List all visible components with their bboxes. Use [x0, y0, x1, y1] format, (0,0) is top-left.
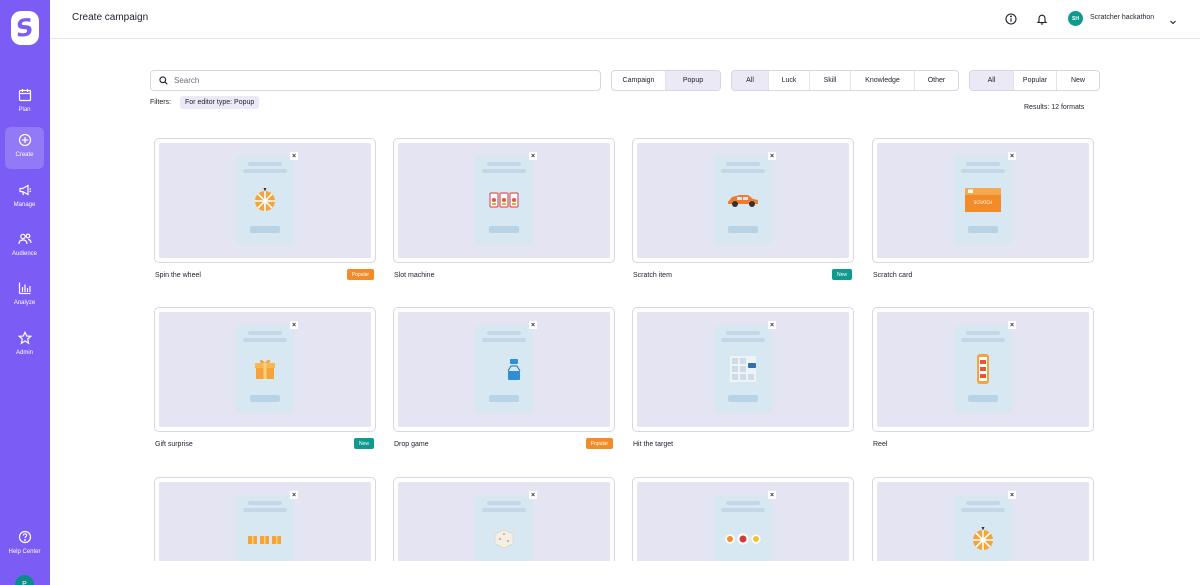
scratch-card-icon: SCRATCH: [954, 184, 1012, 216]
format-card[interactable]: × Drop game Popular: [393, 307, 615, 449]
wheel-icon: [236, 184, 294, 216]
popular-badge: Popular: [585, 438, 613, 449]
format-name: Drop game: [394, 441, 429, 448]
format-card[interactable]: SCRATCH × Scratch card: [872, 138, 1094, 279]
fruits-icon: [714, 523, 772, 555]
drop-basket-icon: [475, 353, 533, 385]
format-thumbnail[interactable]: ×: [393, 138, 615, 263]
close-icon: ×: [768, 152, 776, 160]
format-thumbnail[interactable]: ×: [154, 477, 376, 561]
car-icon: [714, 184, 772, 216]
close-icon: ×: [529, 491, 537, 499]
format-thumbnail[interactable]: ×: [393, 477, 615, 561]
svg-text:SCRATCH: SCRATCH: [974, 200, 992, 205]
popular-badge: Popular: [346, 269, 374, 280]
format-name: Scratch card: [873, 272, 913, 279]
format-name: Hit the target: [633, 441, 674, 448]
reel-icon: [954, 353, 1012, 385]
format-card[interactable]: × Spin the wheel Popular: [154, 138, 376, 280]
close-icon: ×: [290, 152, 298, 160]
close-icon: ×: [1008, 321, 1016, 329]
new-badge: New: [831, 269, 852, 280]
gifts-icon: [236, 523, 294, 555]
format-name: Gift surprise: [155, 441, 193, 448]
dice-icon: [475, 523, 533, 555]
format-thumbnail[interactable]: ×: [632, 138, 854, 263]
format-thumbnail[interactable]: ×: [872, 307, 1094, 432]
format-card[interactable]: × Scratch item New: [632, 138, 854, 280]
close-icon: ×: [1008, 152, 1016, 160]
account-avatar[interactable]: P: [15, 575, 34, 585]
format-card[interactable]: ×: [154, 477, 376, 561]
close-icon: ×: [529, 152, 537, 160]
close-icon: ×: [1008, 491, 1016, 499]
format-card[interactable]: ×: [393, 477, 615, 561]
format-card[interactable]: × Slot machine: [393, 138, 615, 279]
close-icon: ×: [768, 491, 776, 499]
format-thumbnail[interactable]: SCRATCH ×: [872, 138, 1094, 263]
slot-machine-icon: [475, 184, 533, 216]
new-badge: New: [353, 438, 374, 449]
format-thumbnail[interactable]: ×: [393, 307, 615, 432]
format-thumbnail[interactable]: ×: [632, 307, 854, 432]
target-board-icon: [714, 353, 772, 385]
format-name: Spin the wheel: [155, 272, 201, 279]
format-name: Scratch item: [633, 272, 672, 279]
format-grid: × Spin the wheel Popular × Slot machine …: [0, 0, 1200, 561]
wheel-icon: [954, 523, 1012, 555]
format-name: Reel: [873, 441, 888, 448]
format-thumbnail[interactable]: ×: [154, 307, 376, 432]
gift-icon: [236, 353, 294, 385]
format-card[interactable]: ×: [872, 477, 1094, 561]
format-thumbnail[interactable]: ×: [872, 477, 1094, 561]
format-thumbnail[interactable]: ×: [632, 477, 854, 561]
close-icon: ×: [290, 321, 298, 329]
close-icon: ×: [529, 321, 537, 329]
close-icon: ×: [768, 321, 776, 329]
format-card[interactable]: × Gift surprise New: [154, 307, 376, 449]
format-name: Slot machine: [394, 272, 435, 279]
format-thumbnail[interactable]: ×: [154, 138, 376, 263]
close-icon: ×: [290, 491, 298, 499]
format-card[interactable]: × Hit the target: [632, 307, 854, 448]
format-card[interactable]: ×: [632, 477, 854, 561]
format-card[interactable]: × Reel: [872, 307, 1094, 448]
